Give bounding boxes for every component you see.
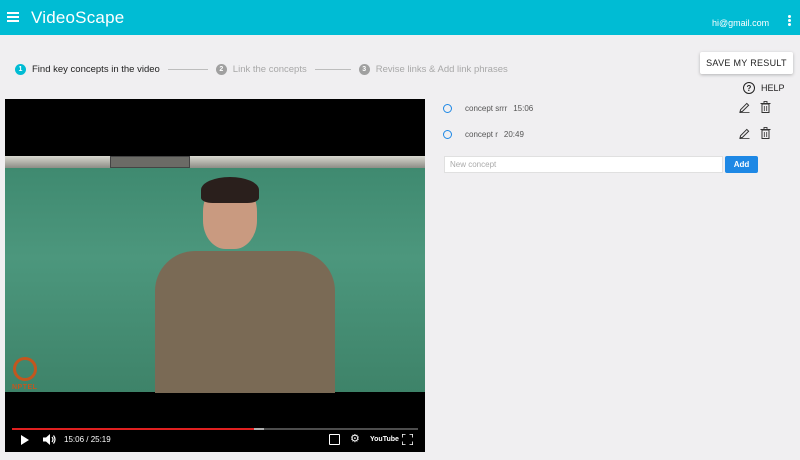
step-number: 3	[358, 63, 370, 75]
video-time: 15:06 / 25:19	[64, 435, 111, 444]
delete-icon[interactable]	[760, 127, 771, 139]
video-player[interactable]: NPTEL 15:06 / 25:19 ⚙ YouTube	[5, 99, 425, 452]
concept-item: concept r 20:49	[443, 127, 773, 141]
help-button[interactable]: ? HELP	[743, 82, 785, 94]
step-number: 1	[15, 63, 26, 75]
video-scene-presenter	[155, 177, 345, 393]
channel-logo-icon	[13, 357, 37, 381]
concept-name: concept srrr	[465, 103, 508, 113]
help-label: HELP	[761, 83, 785, 93]
more-vert-icon[interactable]	[788, 15, 792, 27]
app-title: VideoScape	[31, 8, 125, 27]
save-result-button[interactable]: SAVE MY RESULT	[700, 52, 793, 74]
help-icon: ?	[743, 82, 755, 94]
step-number: 2	[215, 63, 227, 75]
concept-time: 20:49	[503, 129, 524, 139]
video-progress-fill	[12, 428, 255, 430]
step-connector	[314, 68, 351, 70]
concept-item: concept srrr 15:06	[443, 101, 773, 115]
play-icon[interactable]	[21, 435, 29, 445]
step-label: Revise links & Add link phrases	[375, 63, 508, 75]
video-progress-bar[interactable]	[12, 428, 418, 430]
captions-icon[interactable]	[329, 434, 340, 445]
add-concept-button[interactable]: Add	[725, 156, 758, 173]
step-label: Link the concepts	[232, 63, 307, 75]
new-concept-input[interactable]	[444, 156, 723, 173]
app-bar: VideoScape hi@gmail.com	[0, 0, 800, 35]
menu-icon[interactable]	[7, 12, 19, 22]
channel-logo-text: NPTEL	[12, 384, 38, 391]
user-email[interactable]: hi@gmail.com	[712, 18, 769, 28]
concept-label: concept r 20:49	[465, 130, 524, 139]
concept-name: concept r	[465, 129, 498, 139]
step-find-concepts[interactable]: 1 Find key concepts in the video	[15, 63, 160, 75]
step-connector	[167, 68, 208, 70]
delete-icon[interactable]	[760, 101, 771, 113]
concept-label: concept srrr 15:06	[465, 104, 533, 113]
edit-icon[interactable]	[739, 128, 750, 139]
step-link-concepts[interactable]: 2 Link the concepts	[215, 63, 307, 75]
concept-radio[interactable]	[443, 129, 452, 139]
video-scene-projector	[110, 156, 190, 168]
video-scene-rail	[5, 156, 425, 168]
step-label: Find key concepts in the video	[32, 63, 160, 75]
step-revise-links[interactable]: 3 Revise links & Add link phrases	[358, 63, 508, 75]
fullscreen-icon[interactable]	[402, 434, 413, 445]
concept-radio[interactable]	[443, 103, 452, 113]
concept-time: 15:06	[513, 103, 534, 113]
youtube-logo-icon[interactable]: YouTube	[370, 434, 399, 445]
edit-icon[interactable]	[739, 102, 750, 113]
volume-icon[interactable]	[43, 434, 57, 445]
gear-icon[interactable]: ⚙	[350, 434, 361, 445]
stepper: 1 Find key concepts in the video 2 Link …	[15, 62, 508, 76]
